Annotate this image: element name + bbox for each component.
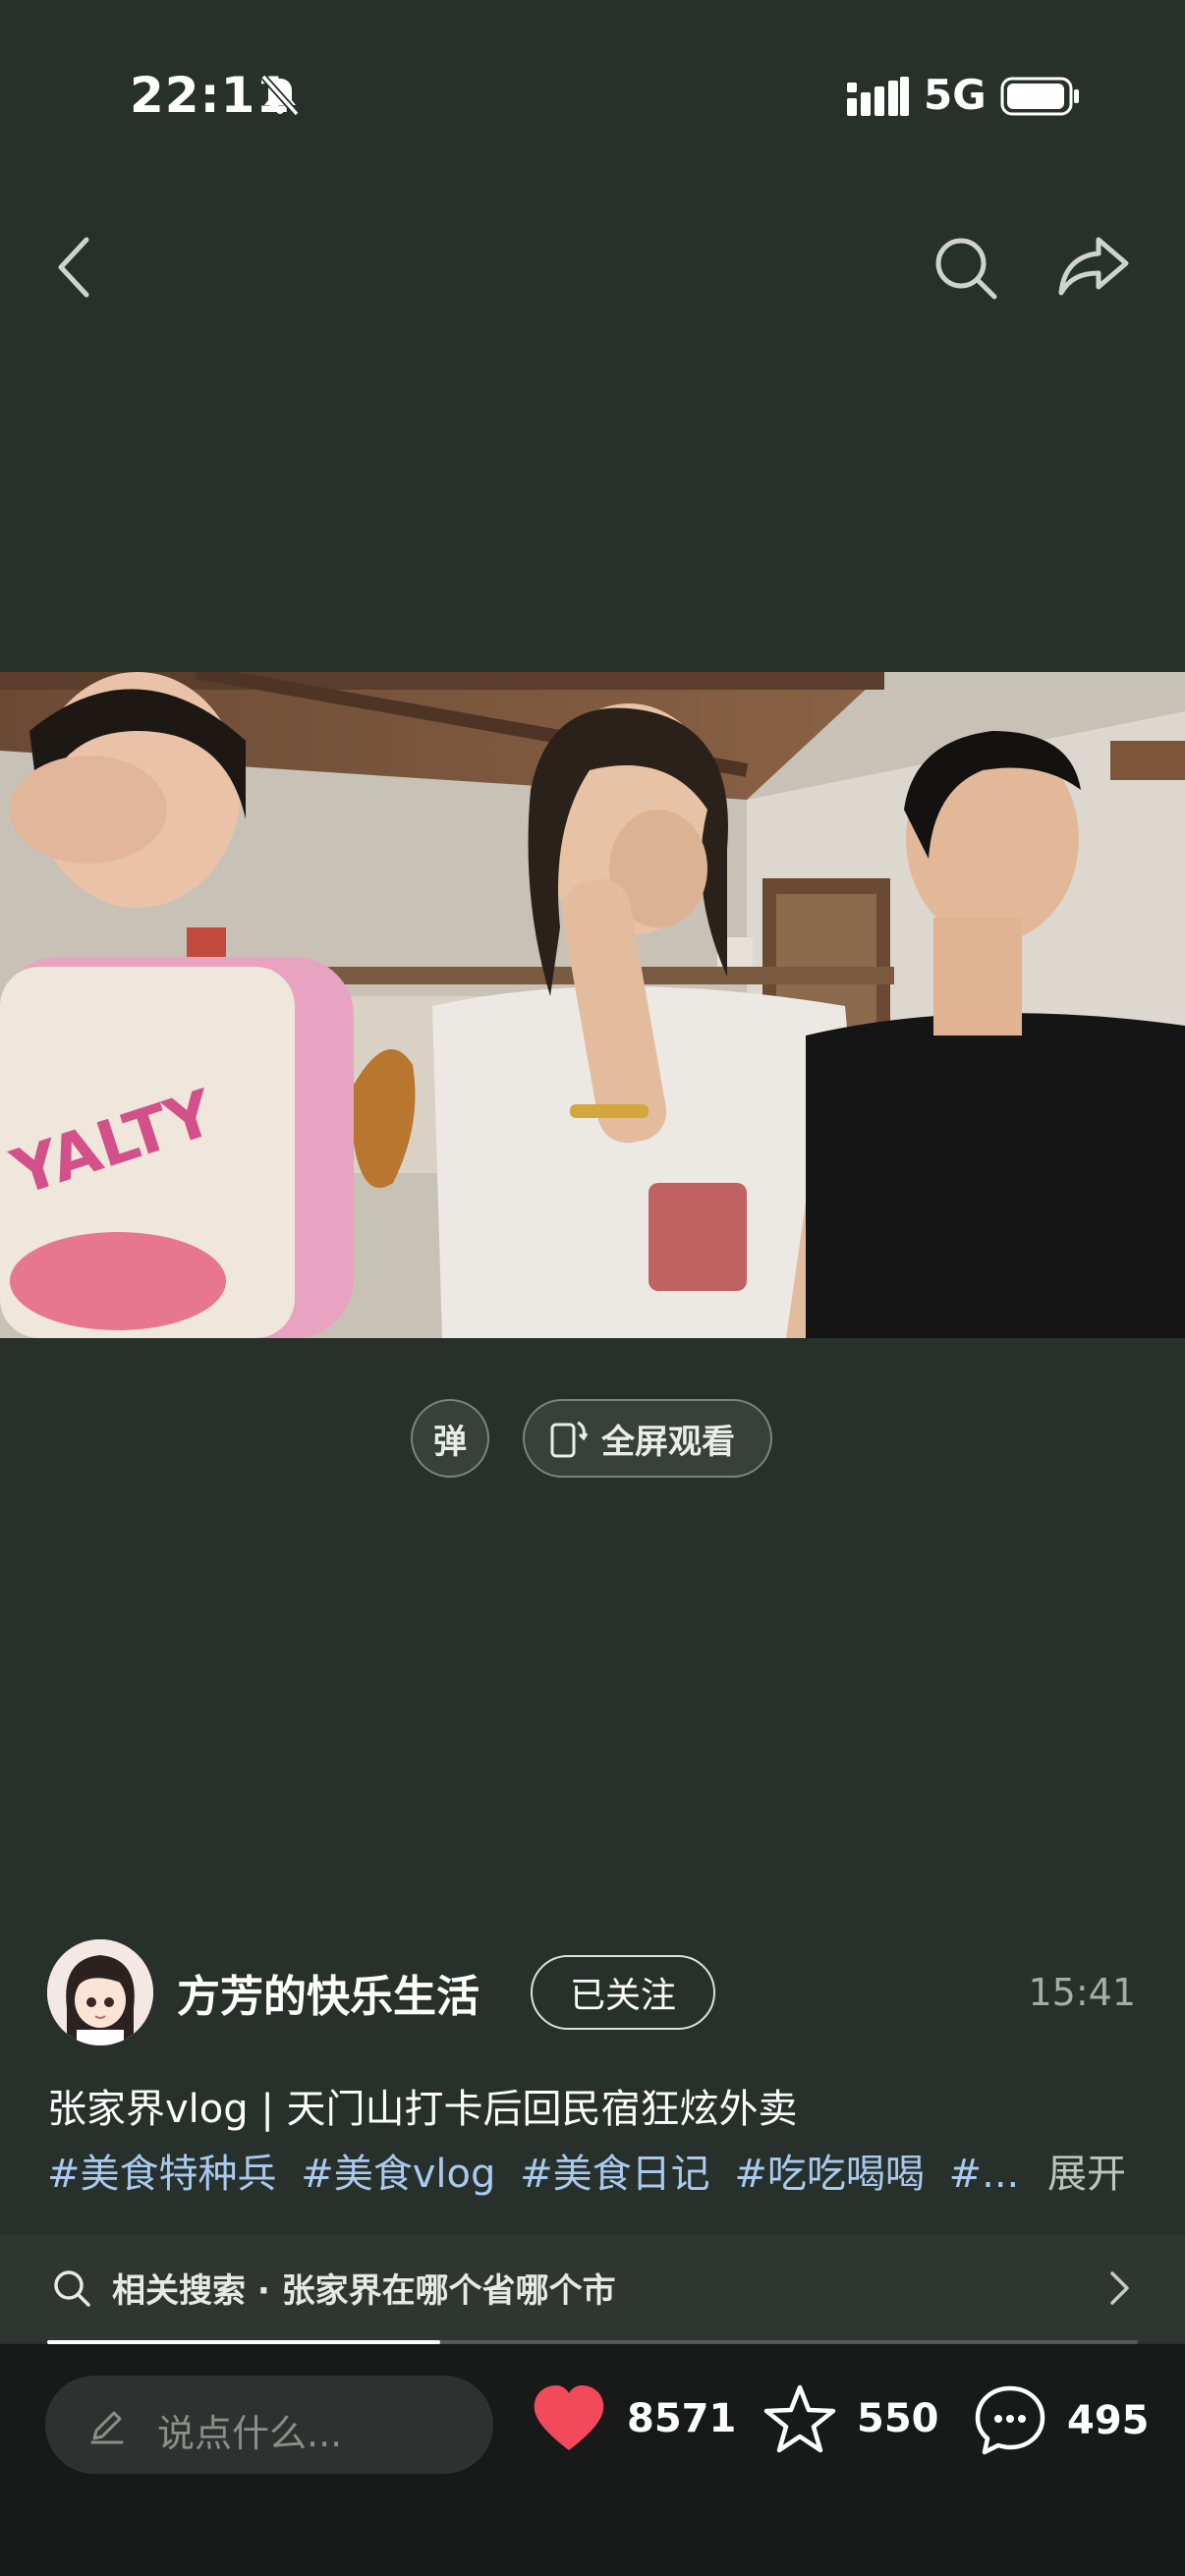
danmaku-label: 弹 xyxy=(433,1422,467,1462)
avatar-image xyxy=(47,1939,153,2045)
hashtag-link[interactable]: #美食特种兵 xyxy=(47,2152,277,2197)
follow-button[interactable]: 已关注 xyxy=(531,1955,715,2030)
video-duration: 15:41 xyxy=(1028,1971,1136,2014)
video-player[interactable]: YALTY xyxy=(0,672,1185,1338)
like-button[interactable]: 8571 xyxy=(531,2383,736,2454)
author-avatar[interactable] xyxy=(47,1939,153,2045)
fullscreen-label: 全屏观看 xyxy=(601,1422,735,1462)
comment-input[interactable]: 说点什么... xyxy=(45,2376,493,2474)
star-icon xyxy=(763,2384,836,2453)
comment-placeholder: 说点什么... xyxy=(157,2412,343,2455)
related-search-bar[interactable]: 相关搜索 · 张家界在哪个省哪个市 xyxy=(0,2234,1185,2342)
related-search-text: 相关搜索 · 张家界在哪个省哪个市 xyxy=(112,2271,616,2311)
back-icon[interactable] xyxy=(49,232,100,303)
pencil-icon xyxy=(90,2411,124,2444)
tags-row: #美食特种兵 #美食vlog #美食日记 #吃吃喝喝 #... 展开 xyxy=(47,2142,1138,2197)
comments-button[interactable]: 495 xyxy=(973,2383,1150,2458)
network-label: 5G xyxy=(924,71,987,119)
hashtag-link[interactable]: #吃吃喝喝 xyxy=(734,2152,925,2197)
app-root: 22:11 5G YALTY 弹 全屏观看 方芳的快乐生活 已关注 15:41 … xyxy=(0,0,1185,2576)
rotate-screen-icon xyxy=(550,1421,588,1458)
signal-icon xyxy=(847,77,909,116)
search-icon[interactable] xyxy=(931,234,1000,303)
share-icon[interactable] xyxy=(1057,232,1132,301)
favorite-button[interactable]: 550 xyxy=(762,2383,939,2454)
status-bar: 22:11 5G xyxy=(0,0,1185,196)
expand-link[interactable]: 展开 xyxy=(1047,2152,1126,2197)
danmaku-toggle-button[interactable]: 弹 xyxy=(411,1399,489,1478)
like-count: 8571 xyxy=(627,2396,737,2441)
heart-icon xyxy=(534,2385,604,2450)
author-name[interactable]: 方芳的快乐生活 xyxy=(177,1961,480,2024)
battery-icon xyxy=(1000,77,1079,116)
search-icon xyxy=(54,2270,90,2307)
hashtag-link[interactable]: #... xyxy=(949,2152,1020,2197)
comment-bubble-icon xyxy=(975,2385,1045,2455)
fullscreen-button[interactable]: 全屏观看 xyxy=(523,1399,772,1478)
comment-count: 495 xyxy=(1067,2398,1150,2443)
chevron-right-icon xyxy=(1110,2271,1129,2305)
hashtag-link[interactable]: #美食日记 xyxy=(520,2152,710,2197)
video-frame-image: YALTY xyxy=(0,672,1185,1338)
bottom-action-bar: 说点什么... 8571 550 495 xyxy=(0,2344,1185,2576)
post-title: 张家界vlog | 天门山打卡后回民宿狂炫外卖 xyxy=(47,2087,798,2132)
hashtag-link[interactable]: #美食vlog xyxy=(301,2152,495,2197)
favorite-count: 550 xyxy=(857,2396,939,2441)
bell-off-icon xyxy=(260,74,300,117)
